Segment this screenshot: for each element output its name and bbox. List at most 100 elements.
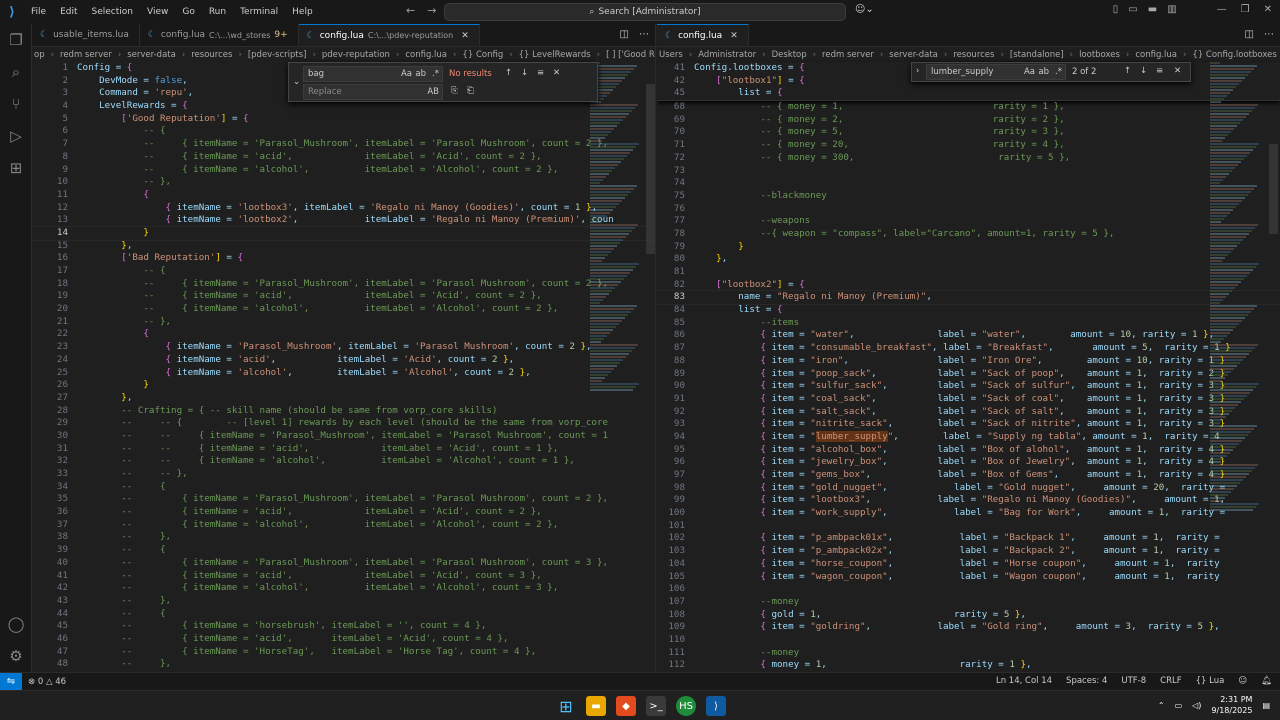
- code-line[interactable]: 32 -- -- { itemName = 'alcohol', itemLab…: [32, 455, 655, 468]
- match-case-icon[interactable]: Aa: [1024, 67, 1035, 77]
- menu-selection[interactable]: Selection: [85, 7, 140, 17]
- code-line[interactable]: 19 -- { itemName = 'acid', itemLabel = '…: [32, 290, 655, 303]
- code-line[interactable]: 91 { item = "coal_sack", label = "Sack o…: [657, 393, 1280, 406]
- code-line[interactable]: 26 }: [32, 379, 655, 392]
- source-control-icon[interactable]: ⑂: [0, 88, 32, 120]
- code-line[interactable]: 30 -- -- { itemName = 'Parasol_Mushroom'…: [32, 430, 655, 443]
- settings-gear-icon[interactable]: ⚙: [0, 640, 32, 672]
- replace-input[interactable]: Replace AB: [303, 84, 443, 100]
- code-line[interactable]: 33 -- -- },: [32, 468, 655, 481]
- code-line[interactable]: 99 { item = "lootbox3", label = "Regalo …: [657, 494, 1280, 507]
- menu-edit[interactable]: Edit: [53, 7, 84, 17]
- remote-indicator-icon[interactable]: ⇋: [0, 673, 22, 690]
- code-line[interactable]: 88 { item = "iron", label = "Iron Ore", …: [657, 355, 1280, 368]
- code-line[interactable]: 42 -- { itemName = 'alcohol', itemLabel …: [32, 582, 655, 595]
- regex-icon[interactable]: .*: [1055, 67, 1062, 77]
- code-line[interactable]: 37 -- { itemName = 'alcohol', itemLabel …: [32, 519, 655, 532]
- sticky-line[interactable]: 45 list = {: [657, 87, 1280, 100]
- code-line[interactable]: 8 -- { itemName = 'acid', itemLabel = 'A…: [32, 151, 655, 164]
- close-find-icon[interactable]: ✕: [553, 68, 560, 78]
- menu-terminal[interactable]: Terminal: [233, 7, 285, 17]
- code-line[interactable]: 36 -- { itemName = 'acid', itemLabel = '…: [32, 506, 655, 519]
- end-of-line[interactable]: CRLF: [1160, 676, 1181, 686]
- code-line[interactable]: 110: [657, 634, 1280, 647]
- next-match-icon[interactable]: ↓: [1140, 66, 1147, 76]
- code-line[interactable]: 31 -- -- { itemName = 'acid', itemLabel …: [32, 443, 655, 456]
- close-tab-icon[interactable]: ✕: [461, 31, 469, 41]
- hs-app-icon[interactable]: HS: [676, 696, 696, 716]
- whole-word-icon[interactable]: ab: [415, 69, 426, 79]
- code-line[interactable]: 43 -- },: [32, 595, 655, 608]
- code-line[interactable]: 44 -- {: [32, 608, 655, 621]
- code-line[interactable]: 24 { itemName = 'acid', itemLabel = 'Aci…: [32, 354, 655, 367]
- breadcrumb-item[interactable]: redm server: [822, 50, 874, 60]
- account-icon[interactable]: ◯: [0, 608, 32, 640]
- run-debug-icon[interactable]: ▷: [0, 120, 32, 152]
- code-line[interactable]: 101: [657, 520, 1280, 533]
- toggle-replace-icon[interactable]: ⌄: [293, 77, 300, 87]
- code-line[interactable]: 11 {: [32, 189, 655, 202]
- code-line[interactable]: 97 { item = "gems_box", label = "Box of …: [657, 469, 1280, 482]
- code-line[interactable]: 15 },: [32, 240, 655, 253]
- code-line[interactable]: 73: [657, 165, 1280, 178]
- code-line[interactable]: 5 ['Good Reputation'] = {: [32, 113, 655, 126]
- menu-view[interactable]: View: [140, 7, 175, 17]
- windows-start-icon[interactable]: ⊞: [556, 696, 576, 716]
- previous-match-icon[interactable]: ↑: [1124, 66, 1131, 76]
- indentation[interactable]: Spaces: 4: [1066, 676, 1107, 686]
- breadcrumb-item[interactable]: server-data: [889, 50, 938, 60]
- problems-indicator[interactable]: ⊗ 0 △ 46: [28, 677, 66, 687]
- code-line[interactable]: 103 { item = "p_ambpack02x", label = "Ba…: [657, 545, 1280, 558]
- code-line[interactable]: 68 -- { money = 1, rarity = 1 },: [657, 101, 1280, 114]
- menu-go[interactable]: Go: [175, 7, 201, 17]
- tab-left-0[interactable]: ☾ usable_items.lua: [32, 24, 140, 46]
- code-line[interactable]: 104 { item = "horse_coupon", label = "Ho…: [657, 558, 1280, 571]
- code-line[interactable]: 81: [657, 266, 1280, 279]
- replace-one-icon[interactable]: ⎘: [451, 86, 458, 96]
- tab-left-1[interactable]: ☾ config.lua C:\...\wd_stores 9+: [140, 24, 299, 46]
- breadcrumb-item[interactable]: redm server: [60, 50, 112, 60]
- code-line[interactable]: 77 --weapons: [657, 215, 1280, 228]
- breadcrumb-item[interactable]: resources: [953, 50, 994, 60]
- menu-file[interactable]: File: [24, 7, 53, 17]
- right-minimap[interactable]: [1210, 62, 1270, 672]
- encoding[interactable]: UTF-8: [1121, 676, 1146, 686]
- find-input[interactable]: bag Aa ab .*: [303, 66, 443, 82]
- breadcrumb-item[interactable]: Desktop: [772, 50, 807, 60]
- tab-left-2[interactable]: ☾ config.lua C:\...\pdev-reputation ✕: [298, 24, 480, 46]
- vscode-taskbar-icon[interactable]: ⟩: [706, 696, 726, 716]
- code-line[interactable]: 89 { item = "poop_sack", label = "Sack o…: [657, 368, 1280, 381]
- taskbar-clock[interactable]: 2:31 PM 9/18/2025: [1211, 694, 1252, 716]
- command-center[interactable]: ⌕ Search [Administrator]: [444, 3, 846, 21]
- code-line[interactable]: 93 { item = "nitrite_sack", label = "Sac…: [657, 418, 1280, 431]
- code-line[interactable]: 69 -- { money = 2, rarity = 2 },: [657, 114, 1280, 127]
- code-line[interactable]: 75 --blackmoney: [657, 190, 1280, 203]
- breadcrumb-item[interactable]: pdev-reputation: [322, 50, 390, 60]
- breadcrumb-item[interactable]: {} Config.lootboxes: [1192, 50, 1276, 60]
- code-line[interactable]: 9 -- { itemName = 'alcohol', itemLabel =…: [32, 164, 655, 177]
- left-scrollbar[interactable]: [646, 84, 655, 254]
- left-code-editor[interactable]: 1 Config = {2 DevMode = false, 3 Command =…: [32, 62, 655, 672]
- code-line[interactable]: 95 { item = "alcohol_box", label = "Box …: [657, 444, 1280, 457]
- code-line[interactable]: 90 { item = "sulfur_sack", label = "Sack…: [657, 380, 1280, 393]
- minimize-icon[interactable]: —: [1217, 4, 1227, 15]
- breadcrumb-item[interactable]: config.lua: [1135, 50, 1177, 60]
- tray-overflow-icon[interactable]: ⌃: [1158, 701, 1165, 710]
- close-tab-icon[interactable]: ✕: [730, 31, 738, 41]
- code-line[interactable]: 94 { item = "lumber_supply", label = "Su…: [657, 430, 1280, 444]
- code-line[interactable]: 98 { item = "gold_nugget", label = "Gold…: [657, 482, 1280, 495]
- code-line[interactable]: 87 { item = "consumable_breakfast", labe…: [657, 342, 1280, 355]
- code-line[interactable]: 106: [657, 583, 1280, 596]
- code-line[interactable]: 70 -- { money = 5, rarity = 3 },: [657, 126, 1280, 139]
- forward-arrow-icon[interactable]: →: [427, 4, 436, 17]
- toggle-replace-icon[interactable]: ›: [916, 66, 919, 76]
- breadcrumb-item[interactable]: [pdev-scripts]: [248, 50, 307, 60]
- notifications-bell-icon[interactable]: 🔔︎: [1261, 676, 1272, 686]
- network-icon[interactable]: ▭: [1175, 701, 1183, 710]
- code-line[interactable]: 78 --{ weapon = "compass", label="Carcan…: [657, 228, 1280, 241]
- breadcrumb-item[interactable]: {} LevelRewards: [519, 50, 591, 60]
- code-line[interactable]: 76: [657, 203, 1280, 216]
- code-line[interactable]: 23 { itemName = 'Parasol_Mushroom', item…: [32, 341, 655, 354]
- left-minimap[interactable]: [590, 62, 650, 672]
- code-line[interactable]: 12 { itemName = 'lootbox3', itemLabel = …: [32, 202, 655, 215]
